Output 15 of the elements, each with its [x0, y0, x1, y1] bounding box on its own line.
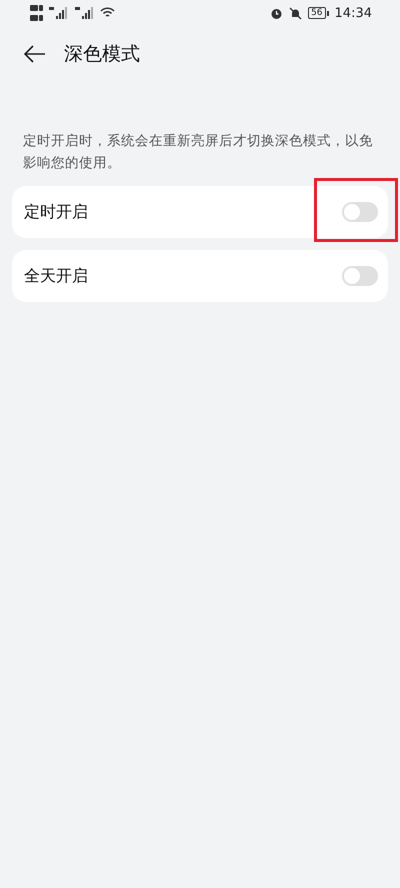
muted-bell-icon: [289, 6, 302, 20]
signal-icon: [74, 6, 96, 20]
setting-label: 定时开启: [24, 202, 89, 222]
toggle-switch[interactable]: [342, 266, 378, 286]
battery-level: 56: [308, 7, 326, 19]
wifi-icon: [100, 7, 115, 19]
back-button[interactable]: [22, 43, 48, 65]
clock-time: 14:34: [334, 6, 372, 20]
toggle-switch[interactable]: [342, 202, 378, 222]
sim-icon: [30, 3, 44, 23]
description-text: 定时开启时，系统会在重新亮屏后才切换深色模式，以免影响您的使用。: [23, 132, 374, 173]
setting-label: 全天开启: [24, 266, 89, 286]
signal-icon: [48, 6, 70, 20]
alarm-icon: [270, 6, 284, 20]
page-title: 深色模式: [64, 42, 140, 67]
